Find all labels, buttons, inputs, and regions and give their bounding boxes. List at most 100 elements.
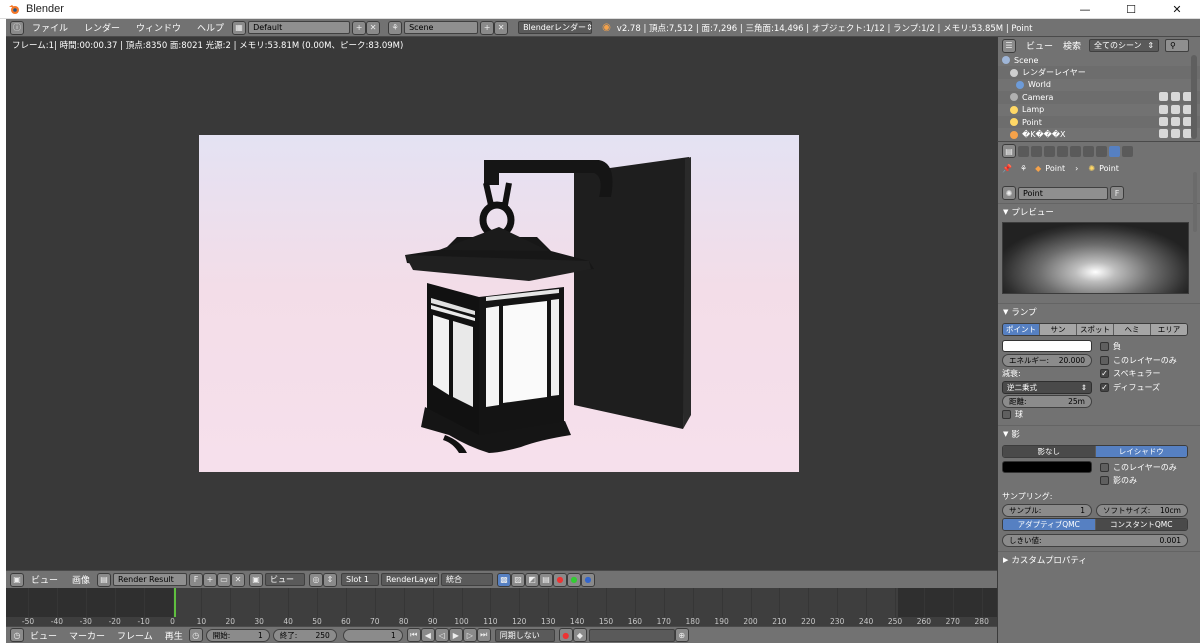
lamp-type-spot[interactable]: スポット xyxy=(1077,324,1114,335)
threshold-field[interactable]: しきい値: 0.001 xyxy=(1002,534,1188,547)
sync-icon[interactable]: ⇕ xyxy=(323,572,338,587)
unlink-image-icon[interactable]: ✕ xyxy=(231,572,246,587)
start-frame-field[interactable]: 開始: 1 xyxy=(205,628,270,642)
channel-blue-icon[interactable]: ● xyxy=(581,572,596,587)
current-frame-field[interactable]: 1 xyxy=(342,628,403,642)
adaptive-qmc-button[interactable]: アダプティブQMC xyxy=(1003,519,1096,530)
outliner-item[interactable]: Scene xyxy=(998,54,1200,66)
keying-set-field[interactable] xyxy=(588,628,675,642)
sphere-checkbox[interactable] xyxy=(1002,410,1011,419)
view-mode-icon[interactable]: ▣ xyxy=(249,572,264,587)
cursor-icon[interactable] xyxy=(1171,92,1180,102)
image-browse-icon[interactable]: ▤ xyxy=(97,572,112,587)
lamp-panel-title[interactable]: ▼ ランプ xyxy=(998,303,1200,319)
properties-scrollbar[interactable] xyxy=(1193,172,1197,232)
image-name-field[interactable]: Render Result xyxy=(113,573,188,586)
editor-type-icon[interactable]: ⓘ xyxy=(10,20,24,35)
jump-start-icon[interactable]: ⏮ xyxy=(406,628,421,642)
outliner-item[interactable]: Point xyxy=(998,115,1200,129)
lamp-fake-user-button[interactable]: F xyxy=(1110,186,1124,200)
specular-checkbox[interactable]: ✓ xyxy=(1100,369,1109,378)
tab-object[interactable] xyxy=(1070,145,1081,157)
soft-size-field[interactable]: ソフトサイズ: 10cm xyxy=(1096,504,1188,517)
scene-field[interactable]: Scene xyxy=(404,21,479,34)
layout-field[interactable]: Default xyxy=(248,21,351,34)
jump-end-icon[interactable]: ⏭ xyxy=(476,628,491,642)
menu-view[interactable]: ビュー xyxy=(31,573,58,586)
outliner-tree[interactable]: Scene レンダーレイヤー World Camera Lamp Point �K���X xyxy=(997,54,1200,141)
play-icon[interactable]: ▶ xyxy=(448,628,463,642)
preview-range-icon[interactable]: ◷ xyxy=(188,628,203,642)
open-image-icon[interactable]: ▭ xyxy=(217,572,232,587)
menu-window[interactable]: ウィンドウ xyxy=(136,21,181,34)
timeline-area[interactable]: -50 -40 -30 -20 -10 0 10 20 30 40 50 60 70 80 90 100 110… xyxy=(6,588,997,626)
lamp-type-point[interactable]: ポイント xyxy=(1003,324,1040,335)
tab-data[interactable] xyxy=(1096,145,1107,157)
current-frame-marker[interactable] xyxy=(174,588,176,617)
maximize-button[interactable]: ☐ xyxy=(1108,0,1154,19)
tab-texture[interactable] xyxy=(1122,145,1133,157)
display-color-icon[interactable]: ▨ xyxy=(511,572,526,587)
play-reverse-icon[interactable]: ◁ xyxy=(434,628,449,642)
menu-render[interactable]: レンダー xyxy=(84,21,120,34)
eye-icon[interactable] xyxy=(1159,104,1168,114)
outliner-scrollbar[interactable] xyxy=(1191,55,1197,139)
outliner-filter-select[interactable]: 全てのシーン ⇕ xyxy=(1089,39,1160,52)
timeline-menu-marker[interactable]: マーカー xyxy=(69,629,105,642)
image-editor-area[interactable]: フレーム:1| 時間:00:00.37 | 頂点:8350 面:8021 光源:… xyxy=(6,37,997,570)
timeline-editor-type-icon[interactable]: ◷ xyxy=(10,628,24,642)
eye-icon[interactable] xyxy=(1159,92,1168,102)
constant-qmc-button[interactable]: コンスタントQMC xyxy=(1095,519,1187,530)
slot-select[interactable]: Slot 1 xyxy=(341,573,380,586)
tab-render-layers[interactable] xyxy=(1031,145,1042,157)
lamp-type-area[interactable]: エリア xyxy=(1151,324,1187,335)
custom-props-panel-title[interactable]: ▶ カスタムプロパティ xyxy=(998,551,1200,567)
tab-constraints[interactable] xyxy=(1083,145,1094,157)
new-image-icon[interactable]: + xyxy=(203,572,218,587)
cursor-icon[interactable] xyxy=(1171,129,1180,139)
lamp-type-sun[interactable]: サン xyxy=(1040,324,1077,335)
eye-icon[interactable] xyxy=(1159,129,1168,139)
menu-image[interactable]: 画像 xyxy=(72,573,90,586)
outliner-item[interactable]: Camera xyxy=(998,91,1200,104)
properties-type-icon[interactable]: ▤ xyxy=(1002,144,1016,158)
render-layer-select[interactable]: RenderLayer xyxy=(381,573,440,586)
negative-checkbox[interactable] xyxy=(1100,341,1109,351)
this-layer-only-checkbox[interactable] xyxy=(1100,356,1109,365)
shadow-panel-title[interactable]: ▼ 影 xyxy=(998,425,1200,441)
keying-set-icon[interactable]: ◆ xyxy=(572,628,587,642)
lamp-color-swatch[interactable] xyxy=(1002,340,1092,352)
timeline-ruler[interactable]: -50 -40 -30 -20 -10 0 10 20 30 40 50 60 70 80 90 100 110… xyxy=(6,617,997,626)
outliner-item[interactable]: World xyxy=(998,79,1200,91)
end-frame-field[interactable]: 終了: 250 xyxy=(272,628,337,642)
channel-red-icon[interactable]: ● xyxy=(553,572,568,587)
channel-green-icon[interactable]: ● xyxy=(567,572,582,587)
outliner-type-icon[interactable]: ☰ xyxy=(1002,38,1016,53)
cursor-icon[interactable] xyxy=(1171,116,1180,126)
timeline-menu-frame[interactable]: フレーム xyxy=(117,629,153,642)
close-button[interactable]: ✕ xyxy=(1154,0,1200,19)
remove-layout-icon[interactable]: ✕ xyxy=(366,20,381,35)
shadow-layer-only-checkbox[interactable] xyxy=(1100,462,1109,472)
cursor-icon[interactable] xyxy=(1171,104,1180,114)
pivot-icon[interactable]: ◎ xyxy=(309,572,324,587)
falloff-select[interactable]: 逆二乗式 ⇕ xyxy=(1002,381,1092,394)
sync-select[interactable]: 同期しない xyxy=(494,628,555,642)
timeline-menu-view[interactable]: ビュー xyxy=(30,629,57,642)
prev-key-icon[interactable]: ◀ xyxy=(420,628,435,642)
remove-scene-icon[interactable]: ✕ xyxy=(494,20,509,35)
lamp-type-hemi[interactable]: ヘミ xyxy=(1114,324,1151,335)
display-alpha-icon[interactable]: ◩ xyxy=(525,572,540,587)
scene-icon[interactable]: ⚘ xyxy=(388,20,403,35)
outliner-menu-search[interactable]: 検索 xyxy=(1063,39,1081,52)
insert-key-icon[interactable]: ⊕ xyxy=(674,628,689,642)
menu-file[interactable]: ファイル xyxy=(32,21,68,34)
view-select[interactable]: ビュー xyxy=(265,573,306,586)
outliner-menu-view[interactable]: ビュー xyxy=(1026,39,1053,52)
diffuse-checkbox[interactable]: ✓ xyxy=(1100,383,1109,392)
outliner-item[interactable]: �K���X xyxy=(998,128,1200,140)
fake-user-button[interactable]: F xyxy=(189,572,204,587)
outliner-item[interactable]: レンダーレイヤー xyxy=(998,66,1200,79)
energy-field[interactable]: エネルギー: 20.000 xyxy=(1002,354,1092,367)
distance-field[interactable]: 距離: 25m xyxy=(1002,395,1092,408)
